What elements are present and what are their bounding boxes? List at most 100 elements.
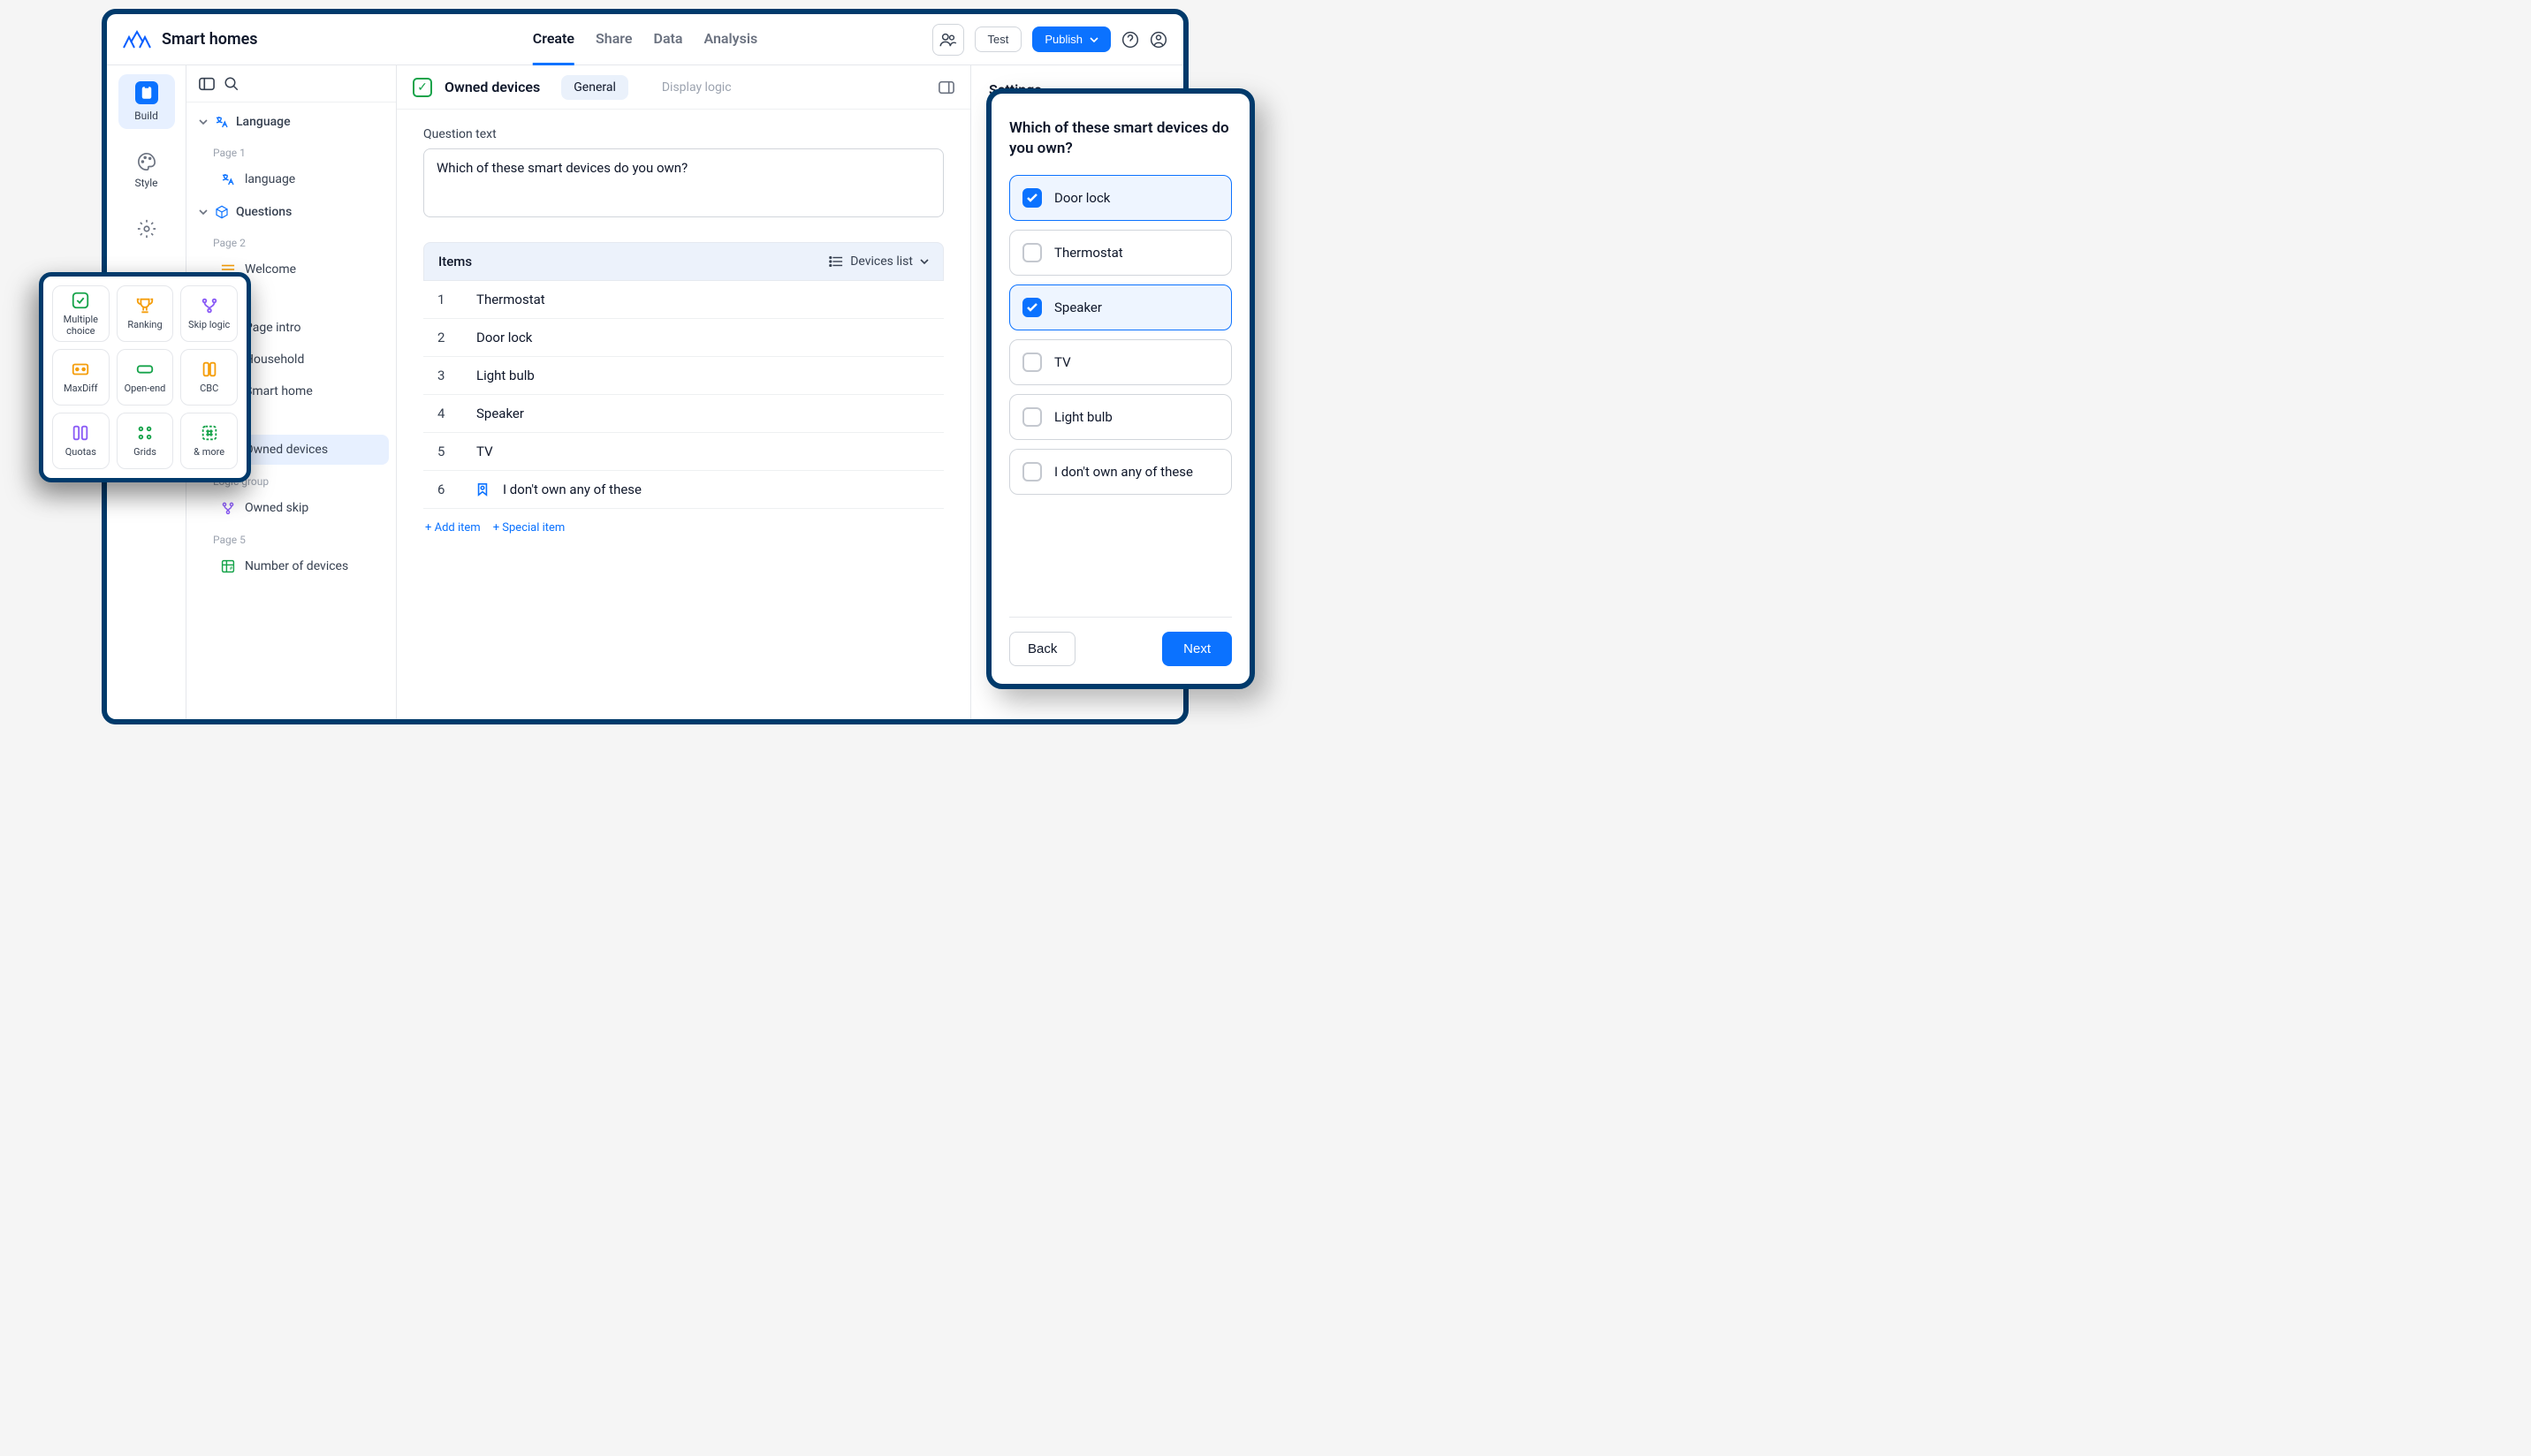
palette-multiple-choice[interactable]: Multiple choice [52, 285, 110, 342]
back-button[interactable]: Back [1009, 632, 1075, 666]
editor-content: Question text Items Devices list 1Thermo… [397, 110, 970, 565]
panel-toggle-icon[interactable] [199, 77, 215, 91]
tree-welcome-label: Welcome [245, 262, 296, 277]
tab-data[interactable]: Data [654, 14, 683, 65]
palette-open-end[interactable]: Open-end [117, 349, 174, 406]
question-type-icon: ✓ [413, 78, 432, 97]
palette-skip-logic[interactable]: Skip logic [180, 285, 238, 342]
item-row[interactable]: 2Door lock [423, 319, 944, 357]
preview-option[interactable]: Speaker [1009, 284, 1232, 330]
collaborators-button[interactable] [932, 24, 964, 56]
device-preview: Which of these smart devices do you own?… [986, 88, 1255, 689]
branch-icon [200, 296, 219, 315]
palette-icon [137, 152, 156, 171]
add-item-link[interactable]: + Add item [425, 521, 481, 535]
item-row[interactable]: 1Thermostat [423, 281, 944, 319]
palette-grids[interactable]: Grids [117, 413, 174, 469]
next-button[interactable]: Next [1162, 632, 1232, 666]
question-text-label: Question text [423, 127, 944, 141]
item-row[interactable]: 5TV [423, 433, 944, 471]
rail-build[interactable]: Build [118, 74, 175, 129]
publish-button[interactable]: Publish [1032, 27, 1111, 52]
page-5-label: Page 5 [186, 525, 396, 550]
tree-language[interactable]: language [194, 164, 389, 194]
section-language[interactable]: Language [186, 106, 396, 138]
checkbox-icon [1022, 188, 1042, 208]
preview-option[interactable]: TV [1009, 339, 1232, 385]
preview-option[interactable]: Light bulb [1009, 394, 1232, 440]
palette-ranking[interactable]: Ranking [117, 285, 174, 342]
checkbox-icon [1022, 353, 1042, 372]
chevron-down-icon [920, 259, 929, 264]
item-row[interactable]: 4Speaker [423, 395, 944, 433]
items-list: 1Thermostat 2Door lock 3Light bulb 4Spea… [423, 281, 944, 509]
outline-head [186, 65, 396, 102]
items-title: Items [438, 254, 472, 269]
svg-text:#: # [230, 566, 233, 572]
help-icon[interactable] [1121, 31, 1139, 49]
palette-cbc[interactable]: CBC [180, 349, 238, 406]
option-label: TV [1054, 354, 1071, 370]
gear-icon [137, 219, 156, 239]
tree-owned-devices-label: Owned devices [245, 443, 328, 457]
chevron-down-icon [199, 209, 208, 215]
option-label: Door lock [1054, 190, 1110, 206]
chevron-down-icon [1090, 37, 1098, 42]
publish-label: Publish [1045, 33, 1083, 46]
tab-create[interactable]: Create [533, 14, 574, 65]
account-icon[interactable] [1150, 31, 1167, 49]
question-text-input[interactable] [423, 148, 944, 217]
tree-num-devices-label: Number of devices [245, 559, 348, 573]
textbox-icon [135, 360, 155, 379]
chevron-down-icon [199, 119, 208, 125]
preview-option[interactable]: I don't own any of these [1009, 449, 1232, 495]
checkbox-icon [1022, 243, 1042, 262]
maxdiff-icon [71, 360, 90, 379]
palette-maxdiff[interactable]: MaxDiff [52, 349, 110, 406]
page-2-label: Page 2 [186, 228, 396, 253]
subtab-display-logic[interactable]: Display logic [650, 75, 744, 100]
tree-num-devices[interactable]: # Number of devices [194, 551, 389, 581]
editor-head: ✓ Owned devices General Display logic [397, 65, 970, 110]
header-actions: Test Publish [932, 24, 1167, 56]
subtab-general[interactable]: General [561, 75, 628, 100]
section-questions[interactable]: Questions [186, 196, 396, 228]
checkbox-icon [1022, 407, 1042, 427]
add-links: + Add item + Special item [423, 509, 944, 547]
rail-settings[interactable] [118, 212, 175, 246]
preview-option[interactable]: Thermostat [1009, 230, 1232, 276]
build-icon [135, 81, 158, 104]
option-label: Thermostat [1054, 245, 1123, 261]
translate-icon [220, 171, 236, 187]
search-icon[interactable] [224, 76, 239, 92]
tab-share[interactable]: Share [596, 14, 633, 65]
items-source-dropdown[interactable]: Devices list [829, 254, 929, 269]
preview-footer: Back Next [1009, 617, 1232, 666]
palette-more[interactable]: & more [180, 413, 238, 469]
branch-icon [220, 500, 236, 516]
grid-icon [135, 423, 155, 443]
cube-icon [215, 205, 229, 219]
palette-quotas[interactable]: Quotas [52, 413, 110, 469]
rail-style[interactable]: Style [118, 145, 175, 196]
editor-main: ✓ Owned devices General Display logic Qu… [397, 65, 971, 719]
preview-option[interactable]: Door lock [1009, 175, 1232, 221]
top-tabs: Create Share Data Analysis [533, 14, 758, 65]
preview-options: Door lock Thermostat Speaker TV Light bulb I … [1009, 175, 1232, 504]
tree-owned-skip[interactable]: Owned skip [194, 493, 389, 523]
add-special-link[interactable]: + Special item [493, 521, 566, 535]
item-row-special[interactable]: 6 I don't own any of these [423, 471, 944, 509]
option-label: Speaker [1054, 300, 1102, 315]
logo-area: Smart homes [123, 30, 258, 49]
test-button[interactable]: Test [975, 27, 1022, 52]
option-label: I don't own any of these [1054, 464, 1193, 480]
section-questions-label: Questions [236, 205, 292, 219]
bookmark-icon [476, 482, 489, 497]
tree-pageintro-label: Page intro [245, 321, 300, 335]
page-1-label: Page 1 [186, 138, 396, 163]
item-row[interactable]: 3Light bulb [423, 357, 944, 395]
preview-toggle-icon[interactable] [939, 80, 954, 95]
items-source-label: Devices list [850, 254, 913, 269]
tab-analysis[interactable]: Analysis [704, 14, 758, 65]
preview-question: Which of these smart devices do you own? [1009, 118, 1232, 159]
